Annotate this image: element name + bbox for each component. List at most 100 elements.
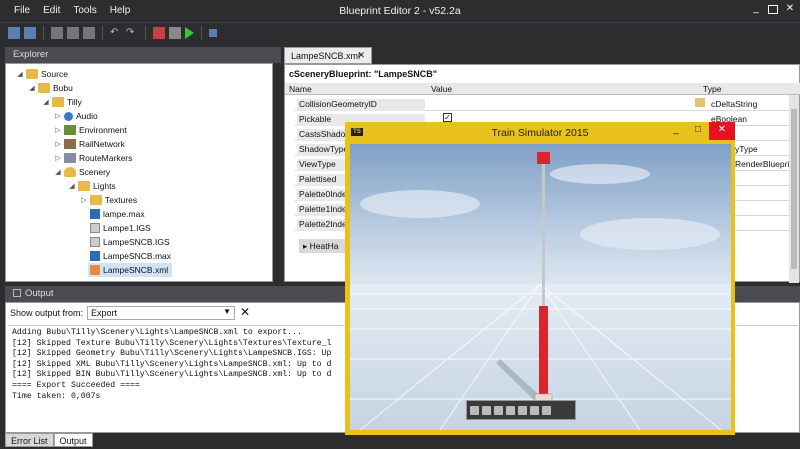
column-value: Value [431,84,453,94]
blueprint-title: cSceneryBlueprint: "LampeSNCB" [289,69,438,79]
tab-output[interactable]: Output [53,433,93,447]
title-bar: File Edit Tools Help Blueprint Editor 2 … [0,0,800,22]
routemarkers-icon [64,153,76,163]
column-name: Name [289,84,312,94]
collapse-icon[interactable] [13,289,21,297]
grid-row[interactable]: CollisionGeometryID cDeltaString [295,96,799,111]
train-simulator-window: TS Train Simulator 2015 _ □ ✕ [345,122,735,435]
ts-maximize-button[interactable]: □ [687,122,709,140]
igs-file-icon [90,237,100,247]
column-type: Type [703,84,722,94]
tree-item-bubu[interactable]: ◢ Bubu [28,81,73,95]
ts-minimize-button[interactable]: _ [665,122,687,140]
tree-item-lampesncb-xml[interactable]: LampeSNCB.xml [88,263,173,277]
lighting-icon[interactable] [518,405,527,415]
app-title: Blueprint Editor 2 - v52.2a [339,5,461,17]
toolbar-separator [43,25,44,40]
expand-arrow-icon[interactable]: ▸ [303,241,310,251]
tree-item-routemarkers[interactable]: ▷ RouteMarkers [54,151,132,165]
redo-icon[interactable]: ↷ [126,27,138,39]
collapse-arrow-icon[interactable]: ◢ [28,84,36,92]
cut-icon[interactable] [51,26,63,39]
folder-icon [26,69,38,79]
stop-icon[interactable] [209,28,217,37]
tree-item-scenery[interactable]: ◢ Scenery [54,165,110,179]
export-icon[interactable] [153,26,165,39]
lamp-pole [542,164,545,312]
folder-icon [52,97,64,107]
tree-item-lampe1-igs[interactable]: Lampe1.IGS [88,221,151,235]
grid-scrollbar[interactable] [789,95,799,283]
tree-item-source[interactable]: ◢ Source [16,67,68,81]
toolbar-separator [102,25,103,40]
tree-item-textures[interactable]: ▷ Textures [80,193,137,207]
toolbar-separator [145,25,146,40]
chevron-down-icon: ▼ [223,307,231,316]
ts-3d-viewport[interactable] [350,144,731,430]
collapse-arrow-icon[interactable]: ◢ [42,98,50,106]
expand-arrow-icon[interactable]: ▷ [54,112,62,120]
collapse-arrow-icon[interactable]: ◢ [54,168,62,176]
copy-icon[interactable] [67,26,79,39]
show-output-label: Show output from: [10,308,84,318]
paste-icon[interactable] [83,26,95,39]
collapse-arrow-icon[interactable]: ◢ [16,70,24,78]
lamp-head [537,152,550,164]
close-tab-icon[interactable]: ✕ [357,50,365,61]
explorer-panel: Explorer ◢ Source ◢ Bubu ◢ Tilly ▷ Audio… [5,47,281,282]
tab-error-list[interactable]: Error List [5,433,54,447]
viewport-toolbar [466,400,576,420]
output-source-select[interactable]: Export ▼ [87,306,235,320]
expand-arrow-icon[interactable]: ▷ [54,140,62,148]
railnetwork-icon [64,139,76,149]
scenery-icon [64,167,76,177]
tree-item-lampesncb-max[interactable]: LampeSNCB.max [88,249,171,263]
audio-icon [64,111,73,121]
save-all-icon[interactable] [24,26,36,39]
tab-lampesncb-xml[interactable]: LampeSNCB.xml ✕ [284,47,372,64]
rotate-icon[interactable] [482,405,491,415]
undo-icon[interactable]: ↶ [110,27,122,39]
max-file-icon [90,251,100,261]
folder-icon [90,195,102,205]
tree-item-audio[interactable]: ▷ Audio [54,109,97,123]
tree-item-lampesncb-igs[interactable]: LampeSNCB.IGS [88,235,170,249]
zoom-icon[interactable] [494,405,503,415]
tree-item-lights[interactable]: ◢ Lights [68,179,116,193]
preview-icon[interactable] [169,26,181,39]
igs-file-icon [90,223,100,233]
close-button[interactable]: ✕ [784,3,796,15]
tree-item-lampe-max[interactable]: lampe.max [88,207,145,221]
environment-icon [64,125,76,135]
settings-icon[interactable] [542,405,551,415]
minimize-button[interactable]: _ [750,3,762,15]
folder-icon [78,181,90,191]
max-file-icon [90,209,100,219]
explorer-header: Explorer [5,47,281,63]
main-toolbar: ↶ ↷ [0,22,800,42]
explorer-scrollbar[interactable] [272,64,273,282]
fit-view-icon[interactable] [470,405,479,415]
maximize-button[interactable] [768,5,778,14]
lamp-base-pole [539,306,548,396]
save-icon[interactable] [8,26,20,39]
collapse-arrow-icon[interactable]: ◢ [68,182,76,190]
camera-icon[interactable] [506,405,515,415]
tree-item-railnetwork[interactable]: ▷ RailNetwork [54,137,125,151]
grid-header: Name Value Type [285,83,800,95]
pickable-checkbox[interactable]: ✓ [443,113,452,122]
expand-arrow-icon[interactable]: ▷ [54,126,62,134]
clear-output-icon[interactable]: ✕ [240,305,250,319]
tree-item-tilly[interactable]: ◢ Tilly [42,95,82,109]
ts-close-button[interactable]: ✕ [709,122,735,140]
play-icon[interactable] [185,26,194,39]
folder-browse-icon[interactable] [695,98,705,107]
render-mode-icon[interactable] [530,405,539,415]
expand-arrow-icon[interactable]: ▷ [54,154,62,162]
xml-file-icon [90,265,100,275]
toolbar-separator [201,25,202,40]
tree-item-environment[interactable]: ▷ Environment [54,123,127,137]
scroll-thumb[interactable] [791,109,797,269]
expand-arrow-icon[interactable]: ▷ [80,196,88,204]
folder-icon [38,83,50,93]
